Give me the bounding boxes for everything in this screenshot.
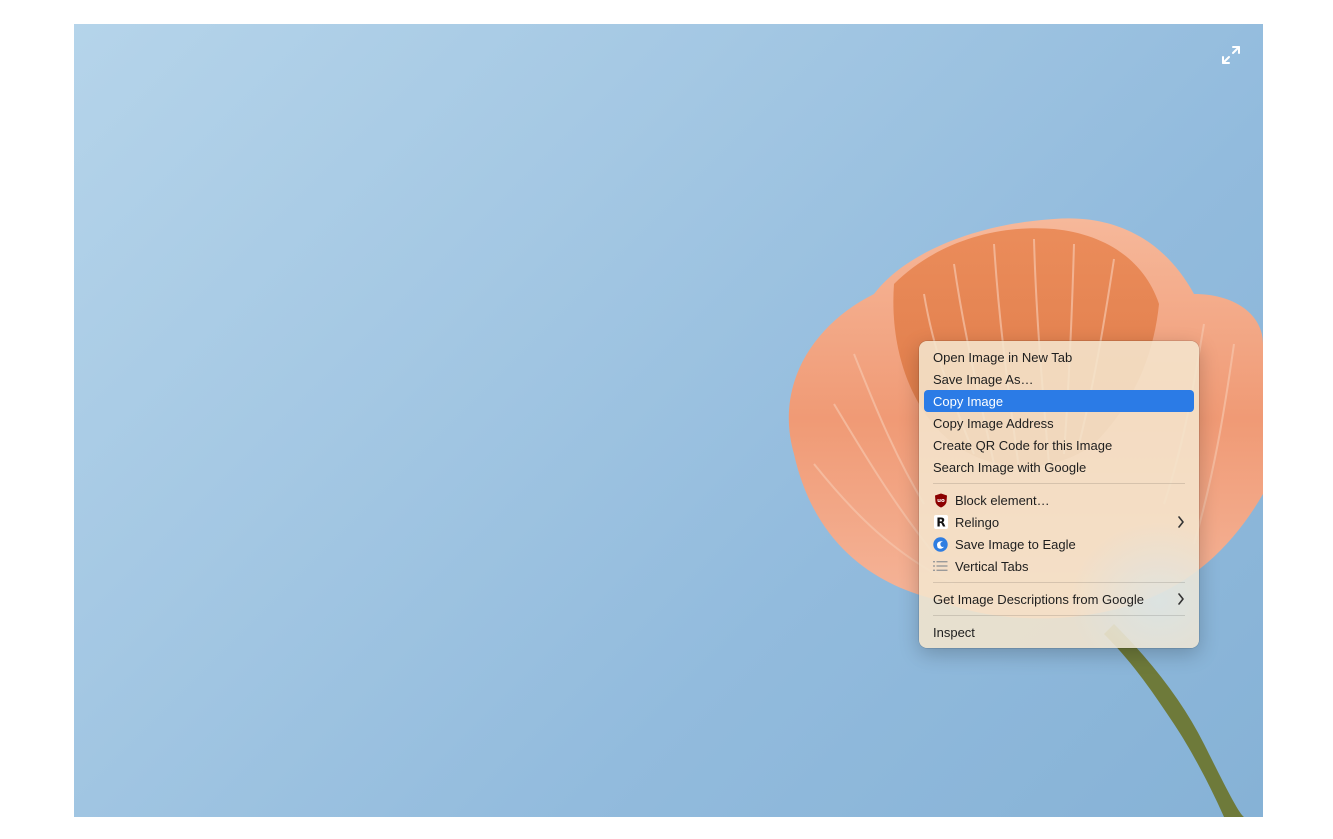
menu-item-image-descriptions[interactable]: Get Image Descriptions from Google (924, 588, 1194, 610)
svg-text:R: R (936, 516, 945, 530)
menu-item-label: Search Image with Google (933, 459, 1087, 475)
menu-separator (933, 582, 1185, 583)
menu-item-label: Open Image in New Tab (933, 349, 1073, 365)
menu-item-label: Relingo (955, 514, 1000, 530)
relingo-icon: R (933, 515, 948, 530)
menu-item-relingo[interactable]: R Relingo (924, 511, 1194, 533)
menu-item-create-qr-code[interactable]: Create QR Code for this Image (924, 434, 1194, 456)
menu-item-label: Copy Image Address (933, 415, 1054, 431)
menu-item-vertical-tabs[interactable]: Vertical Tabs (924, 555, 1194, 577)
svg-text:uo: uo (937, 498, 945, 504)
menu-item-label: Block element… (955, 492, 1050, 508)
menu-item-inspect[interactable]: Inspect (924, 621, 1194, 643)
expand-icon[interactable] (1220, 44, 1242, 66)
menu-item-open-image-new-tab[interactable]: Open Image in New Tab (924, 346, 1194, 368)
context-menu: Open Image in New Tab Save Image As… Cop… (919, 341, 1199, 648)
menu-item-save-image-as[interactable]: Save Image As… (924, 368, 1194, 390)
ublock-icon: uo (933, 493, 948, 508)
menu-item-search-image-google[interactable]: Search Image with Google (924, 456, 1194, 478)
menu-item-label: Save Image to Eagle (955, 536, 1076, 552)
chevron-right-icon (1178, 593, 1184, 605)
menu-item-label: Create QR Code for this Image (933, 437, 1113, 453)
menu-item-save-to-eagle[interactable]: Save Image to Eagle (924, 533, 1194, 555)
menu-item-label: Vertical Tabs (955, 558, 1029, 574)
list-icon (933, 559, 948, 574)
menu-item-label: Save Image As… (933, 371, 1034, 387)
menu-item-copy-image[interactable]: Copy Image (924, 390, 1194, 412)
eagle-icon (933, 536, 948, 552)
menu-item-label: Copy Image (933, 393, 1004, 409)
menu-separator (933, 615, 1185, 616)
menu-item-block-element[interactable]: uo Block element… (924, 489, 1194, 511)
chevron-right-icon (1178, 516, 1184, 528)
menu-item-label: Get Image Descriptions from Google (933, 591, 1144, 607)
menu-item-copy-image-address[interactable]: Copy Image Address (924, 412, 1194, 434)
menu-separator (933, 483, 1185, 484)
menu-item-label: Inspect (933, 624, 975, 640)
